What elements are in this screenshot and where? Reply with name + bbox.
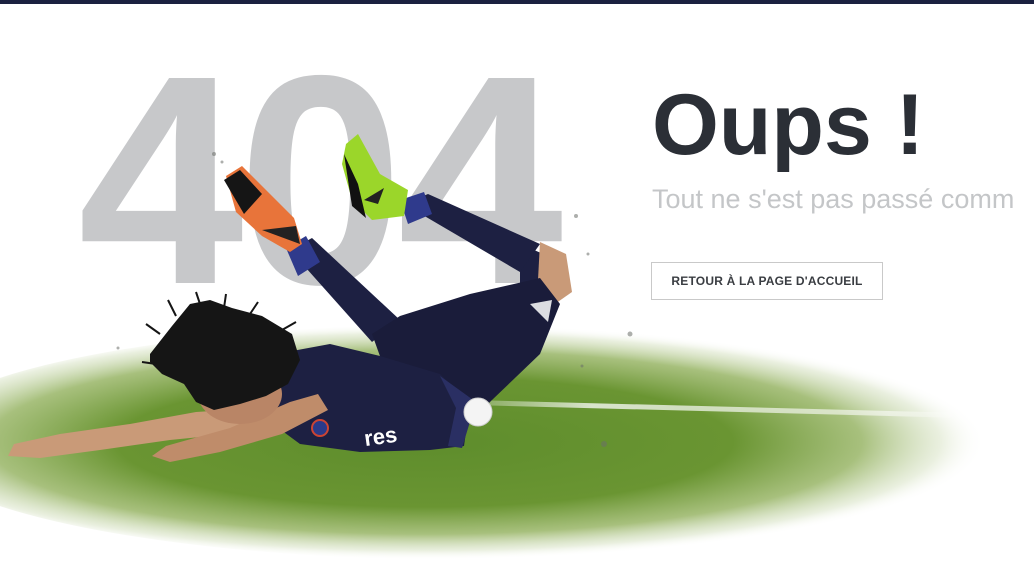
error-hero: 404 res Oups ! Tout ne s'est pas passé c…	[0, 4, 1034, 578]
jersey-text: res	[362, 422, 398, 451]
page-subtitle: Tout ne s'est pas passé comm	[652, 184, 1015, 214]
back-to-home-button[interactable]: RETOUR À LA PAGE D'ACCUEIL	[651, 262, 883, 300]
page-title: Oups !	[652, 77, 925, 173]
ball	[463, 397, 493, 427]
